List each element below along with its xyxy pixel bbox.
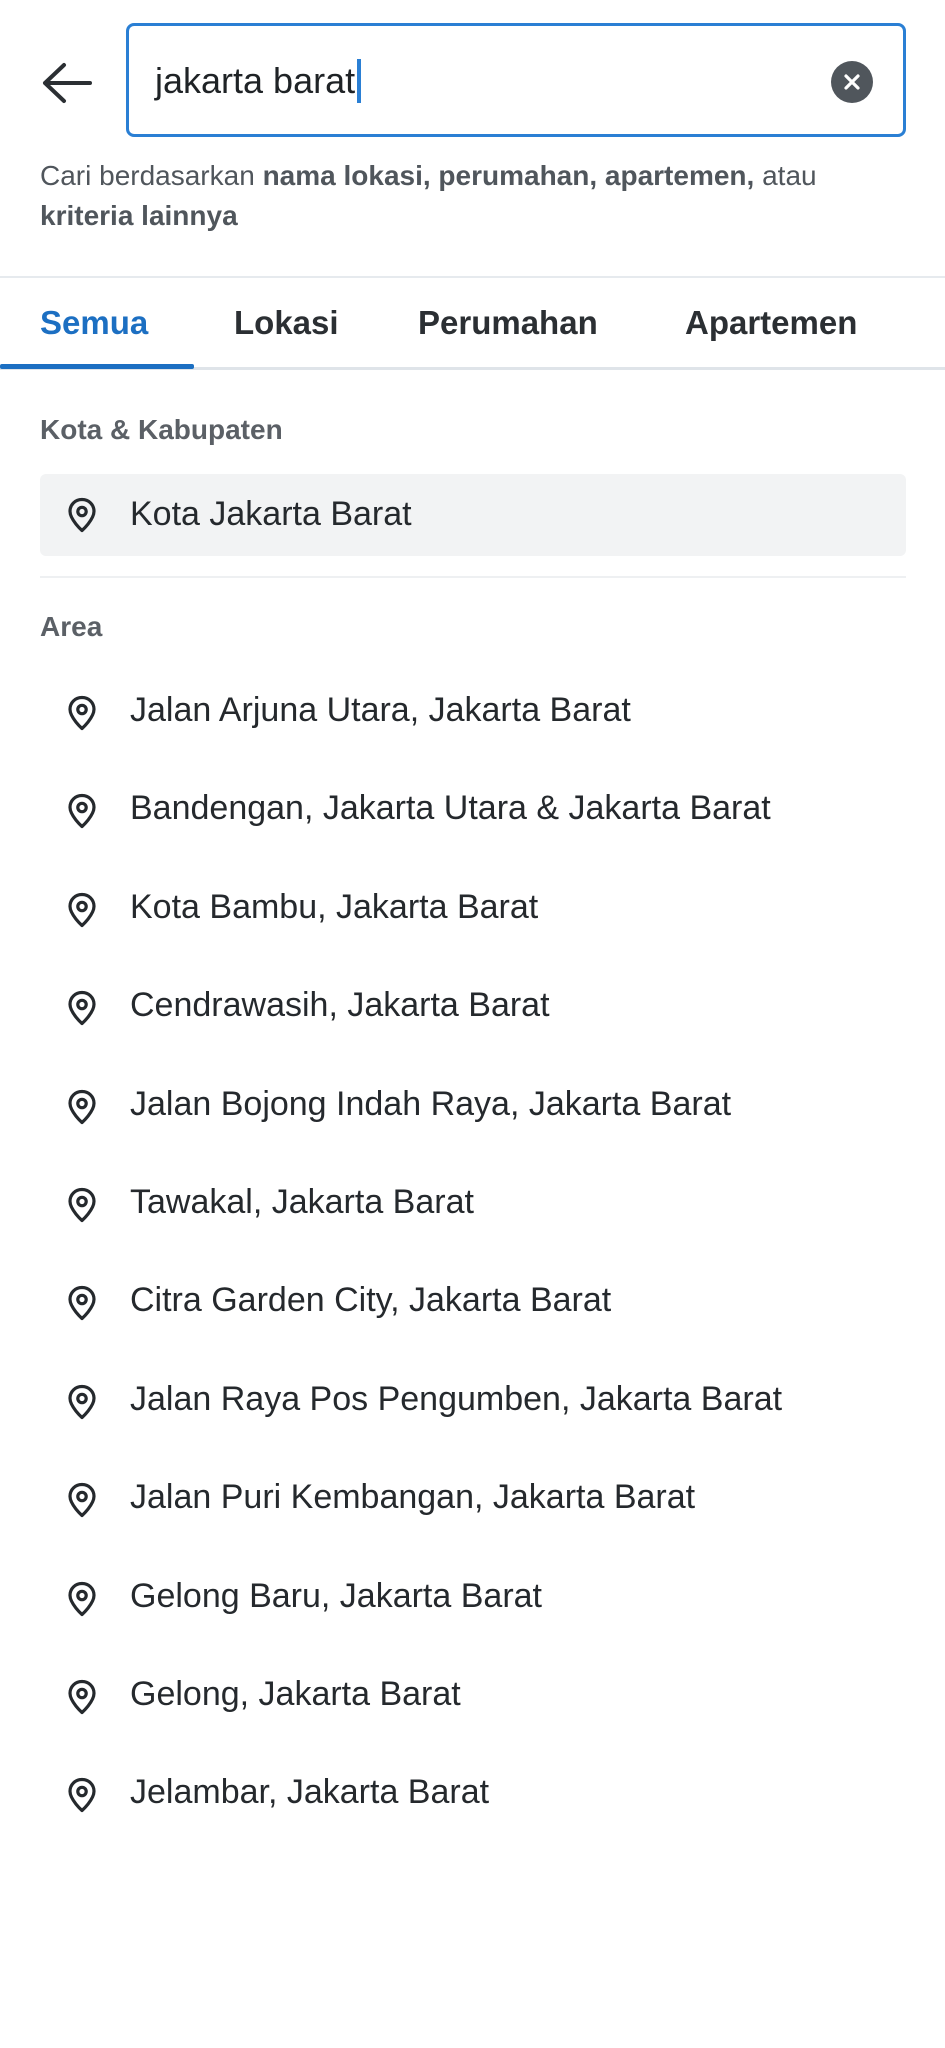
location-pin-icon bbox=[68, 892, 96, 927]
area-item[interactable]: Gelong, Jakarta Barat bbox=[40, 1647, 906, 1745]
area-item-label: Jalan Arjuna Utara, Jakarta Barat bbox=[130, 691, 631, 729]
area-list: Jalan Arjuna Utara, Jakarta Barat Banden… bbox=[40, 663, 906, 1844]
location-pin-icon bbox=[68, 1384, 96, 1419]
tab-lokasi[interactable]: Lokasi bbox=[234, 278, 339, 367]
tab-bar: Semua Lokasi Perumahan Apartemen bbox=[0, 276, 945, 370]
location-pin-icon bbox=[68, 497, 96, 533]
tab-apartemen[interactable]: Apartemen bbox=[685, 278, 857, 367]
area-item[interactable]: Kota Bambu, Jakarta Barat bbox=[40, 860, 906, 958]
area-item[interactable]: Gelong Baru, Jakarta Barat bbox=[40, 1549, 906, 1647]
area-item-label: Jalan Puri Kembangan, Jakarta Barat bbox=[130, 1478, 696, 1517]
location-pin-icon bbox=[68, 1089, 96, 1124]
area-item[interactable]: Cendrawasih, Jakarta Barat bbox=[40, 958, 906, 1056]
section-title-area: Area bbox=[40, 611, 103, 642]
area-item[interactable]: Jalan Arjuna Utara, Jakarta Barat bbox=[40, 663, 906, 761]
area-item-label: Jalan Raya Pos Pengumben, Jakarta Barat bbox=[130, 1379, 783, 1418]
area-item-label: Bandengan, Jakarta Utara & Jakarta Barat bbox=[130, 789, 771, 828]
search-input-value: jakarta barat bbox=[155, 60, 356, 101]
search-hint: Cari berdasarkan nama lokasi, perumahan,… bbox=[40, 156, 910, 236]
area-item-label: Cendrawasih, Jakarta Barat bbox=[130, 986, 550, 1025]
area-item-label: Gelong Baru, Jakarta Barat bbox=[130, 1576, 543, 1615]
tab-perumahan[interactable]: Perumahan bbox=[418, 278, 598, 367]
area-item-label: Kota Bambu, Jakarta Barat bbox=[130, 887, 539, 926]
area-item-label: Citra Garden City, Jakarta Barat bbox=[130, 1281, 612, 1320]
location-pin-icon bbox=[68, 991, 96, 1026]
arrow-left-icon bbox=[43, 63, 92, 103]
hint-bold-text: nama lokasi, perumahan, apartemen, bbox=[262, 160, 755, 191]
clear-search-button[interactable] bbox=[831, 61, 873, 103]
area-item[interactable]: Bandengan, Jakarta Utara & Jakarta Barat bbox=[40, 761, 906, 859]
location-pin-icon bbox=[68, 1679, 96, 1715]
city-item-label: Kota Jakarta Barat bbox=[130, 495, 412, 533]
area-item-label: Tawakal, Jakarta Barat bbox=[130, 1182, 474, 1221]
search-input[interactable]: jakarta barat bbox=[155, 56, 805, 106]
text-caret bbox=[357, 59, 362, 103]
area-item[interactable]: Jalan Raya Pos Pengumben, Jakarta Barat bbox=[40, 1352, 906, 1450]
area-item[interactable]: Jalan Puri Kembangan, Jakarta Barat bbox=[40, 1450, 906, 1548]
hint-bold-text: kriteria lainnya bbox=[40, 200, 238, 231]
area-item-label: Gelong, Jakarta Barat bbox=[130, 1674, 461, 1713]
location-pin-icon bbox=[68, 695, 96, 731]
hint-text: Cari berdasarkan bbox=[40, 160, 263, 191]
city-item[interactable]: Kota Jakarta Barat bbox=[40, 474, 906, 556]
active-tab-indicator bbox=[0, 364, 194, 369]
location-pin-icon bbox=[68, 1778, 96, 1813]
hint-text: atau bbox=[754, 160, 817, 191]
location-pin-icon bbox=[68, 1187, 96, 1223]
section-divider bbox=[40, 576, 906, 578]
location-pin-icon bbox=[68, 1483, 96, 1518]
area-item[interactable]: Jelambar, Jakarta Barat bbox=[40, 1745, 906, 1843]
search-box[interactable]: jakarta barat bbox=[126, 23, 906, 137]
tab-semua[interactable]: Semua bbox=[40, 278, 148, 367]
area-item-label: Jalan Bojong Indah Raya, Jakarta Barat bbox=[130, 1084, 732, 1123]
area-item-label: Jelambar, Jakarta Barat bbox=[130, 1773, 490, 1812]
area-item[interactable]: Citra Garden City, Jakarta Barat bbox=[40, 1253, 906, 1351]
area-item[interactable]: Tawakal, Jakarta Barat bbox=[40, 1155, 906, 1253]
section-title-city: Kota & Kabupaten bbox=[40, 414, 283, 445]
area-item[interactable]: Jalan Bojong Indah Raya, Jakarta Barat bbox=[40, 1057, 906, 1155]
search-header: jakarta barat bbox=[0, 0, 945, 150]
location-pin-icon bbox=[68, 1286, 96, 1321]
back-button[interactable] bbox=[34, 50, 100, 116]
location-pin-icon bbox=[68, 794, 96, 829]
close-icon bbox=[844, 74, 860, 90]
location-pin-icon bbox=[68, 1581, 96, 1616]
search-page: jakarta barat Cari berdasarkan nama loka… bbox=[0, 0, 945, 2048]
